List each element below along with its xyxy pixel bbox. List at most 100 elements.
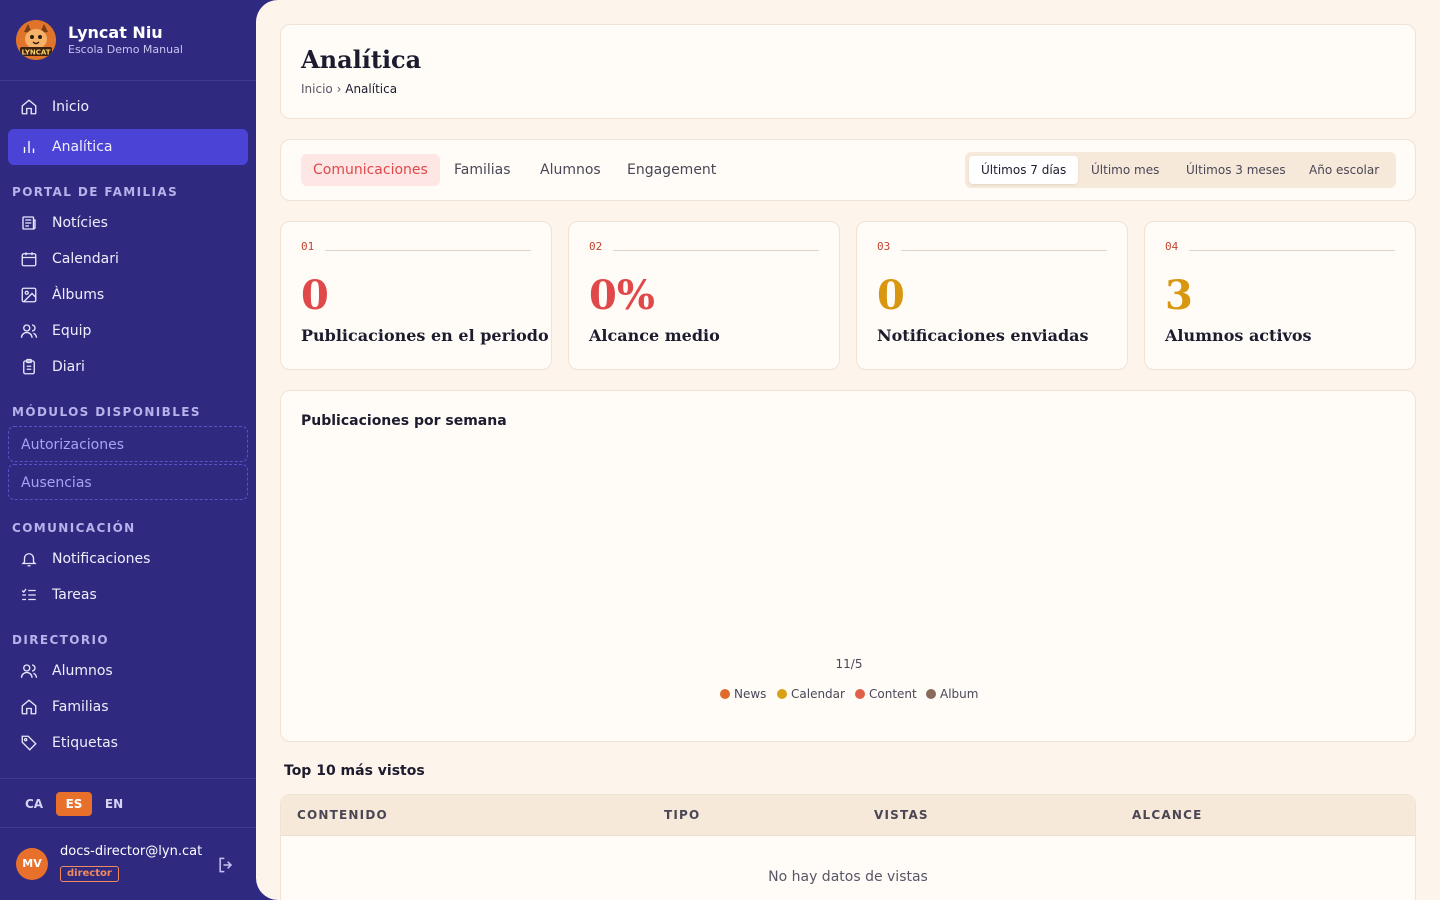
kpi-value: 3 (1165, 272, 1193, 319)
module-item-autorizaciones[interactable]: Autorizaciones (8, 426, 248, 462)
nav-label: Àlbums (52, 287, 105, 303)
table-header: CONTENIDO TIPO VISTAS ALCANCE (281, 795, 1415, 836)
page-title: Analítica (301, 45, 422, 74)
breadcrumb-separator: › (336, 82, 342, 96)
school-name: Escola Demo Manual (68, 43, 183, 56)
nav-item-familias[interactable]: Familias (8, 689, 248, 725)
kpi-value: 0 (877, 272, 905, 319)
legend-label: Album (940, 687, 979, 701)
nav-item-etiquetas[interactable]: Etiquetas (8, 725, 248, 761)
kpi-label: Publicaciones en el periodo (301, 326, 549, 345)
users-icon (20, 664, 38, 678)
period-3-months[interactable]: Últimos 3 meses (1174, 156, 1298, 184)
breadcrumb-current: Analítica (345, 82, 398, 96)
home-icon (21, 699, 37, 715)
svg-text:LYNCAT: LYNCAT (21, 49, 50, 57)
module-label: Ausencias (21, 475, 92, 491)
kpi-number: 01 (301, 240, 315, 253)
kpi-label: Notificaciones enviadas (877, 326, 1089, 345)
legend-dot (720, 689, 730, 699)
breadcrumb-home[interactable]: Inicio (301, 82, 333, 96)
kpi-divider (613, 250, 819, 251)
nav-item-noticies[interactable]: Notícies (8, 205, 248, 241)
main-content: Analítica Inicio › Analítica Comunicacio… (256, 0, 1440, 900)
bar-chart-icon (23, 141, 35, 153)
nav-label: Inicio (52, 99, 90, 115)
user-email: docs-director@lyn.cat (60, 844, 203, 859)
nav-item-tareas[interactable]: Tareas (8, 577, 248, 613)
tab-alumnos[interactable]: Alumnos (528, 154, 613, 186)
tab-familias[interactable]: Familias (442, 154, 523, 186)
nav-label: Alumnos (52, 663, 113, 679)
nav-item-analitica[interactable]: Analítica (8, 129, 248, 165)
kpi-value: 0% (589, 272, 655, 319)
chart-title: Publicaciones por semana (301, 413, 507, 429)
legend-label: Content (869, 687, 917, 701)
legend-album: Album (926, 687, 978, 701)
tag-icon (21, 735, 37, 751)
top-views-table: CONTENIDO TIPO VISTAS ALCANCE No hay dat… (280, 794, 1416, 900)
nav-item-albums[interactable]: Àlbums (8, 277, 248, 313)
lang-es[interactable]: ES (56, 792, 92, 816)
lang-ca[interactable]: CA (16, 792, 52, 816)
nav-item-calendari[interactable]: Calendari (8, 241, 248, 277)
nav-item-diari[interactable]: Diari (8, 349, 248, 385)
nav-label: Familias (52, 699, 109, 715)
column-header-alcance[interactable]: ALCANCE (1132, 808, 1202, 822)
column-header-vistas[interactable]: VISTAS (874, 808, 929, 822)
image-icon (21, 287, 37, 303)
nav-label: Calendari (52, 251, 119, 267)
nav-label: Diari (52, 359, 85, 375)
nav-label: Tareas (52, 587, 97, 603)
period-7-days[interactable]: Últimos 7 días (969, 156, 1079, 184)
period-school-year[interactable]: Año escolar (1297, 156, 1391, 184)
kpi-value: 0 (301, 272, 329, 319)
column-header-tipo[interactable]: TIPO (664, 808, 700, 822)
module-label: Autorizaciones (21, 437, 125, 453)
clipboard-icon (23, 358, 35, 375)
user-profile: MV docs-director@lyn.cat director (0, 828, 256, 900)
language-switcher: CA ES EN (0, 778, 256, 828)
avatar[interactable]: MV (16, 848, 48, 880)
breadcrumb: Inicio › Analítica (301, 82, 397, 96)
calendar-icon (21, 252, 37, 267)
nav-item-notificaciones[interactable]: Notificaciones (8, 541, 248, 577)
logout-icon[interactable] (216, 855, 236, 875)
kpi-label: Alcance medio (589, 326, 720, 345)
section-label-directorio: DIRECTORIO (12, 633, 109, 647)
users-icon (20, 324, 38, 338)
nav-item-inicio[interactable]: Inicio (8, 89, 248, 125)
x-tick-label: 11/5 (836, 657, 863, 671)
lang-en[interactable]: EN (96, 792, 132, 816)
publications-chart: 11/5 (836, 657, 863, 671)
kpi-divider (1189, 250, 1395, 251)
tabs-bar: Comunicaciones Familias Alumnos Engageme… (280, 139, 1416, 201)
tab-comunicaciones[interactable]: Comunicaciones (301, 154, 440, 186)
nav-item-alumnos[interactable]: Alumnos (8, 653, 248, 689)
legend-dot (926, 689, 936, 699)
nav-label: Equip (52, 323, 92, 339)
section-title-top10: Top 10 más vistos (284, 763, 425, 779)
lyncat-logo[interactable]: LYNCAT (16, 20, 56, 60)
empty-state: No hay datos de vistas (768, 869, 928, 885)
nav-item-equip[interactable]: Equip (8, 313, 248, 349)
kpi-divider (325, 250, 531, 251)
chart-card: Publicaciones por semana 11/5 News Calen… (280, 390, 1416, 742)
kpi-label: Alumnos activos (1165, 326, 1312, 345)
period-last-month[interactable]: Último mes (1079, 156, 1171, 184)
legend-dot (855, 689, 865, 699)
tab-engagement[interactable]: Engagement (615, 154, 728, 186)
home-icon (21, 99, 37, 115)
column-header-contenido[interactable]: CONTENIDO (297, 808, 388, 822)
newspaper-icon (22, 216, 36, 230)
section-label-portal: PORTAL DE FAMILIAS (12, 185, 179, 199)
section-label-comunicacion: COMUNICACIÓN (12, 521, 136, 535)
legend-dot (777, 689, 787, 699)
sidebar: LYNCAT Lyncat Niu Escola Demo Manual Ini… (0, 0, 256, 900)
nav-label: Etiquetas (52, 735, 118, 751)
kpi-number: 03 (877, 240, 891, 253)
legend-label: Calendar (791, 687, 845, 701)
module-item-ausencias[interactable]: Ausencias (8, 464, 248, 500)
bell-icon (21, 553, 37, 567)
legend-news: News (720, 687, 766, 701)
